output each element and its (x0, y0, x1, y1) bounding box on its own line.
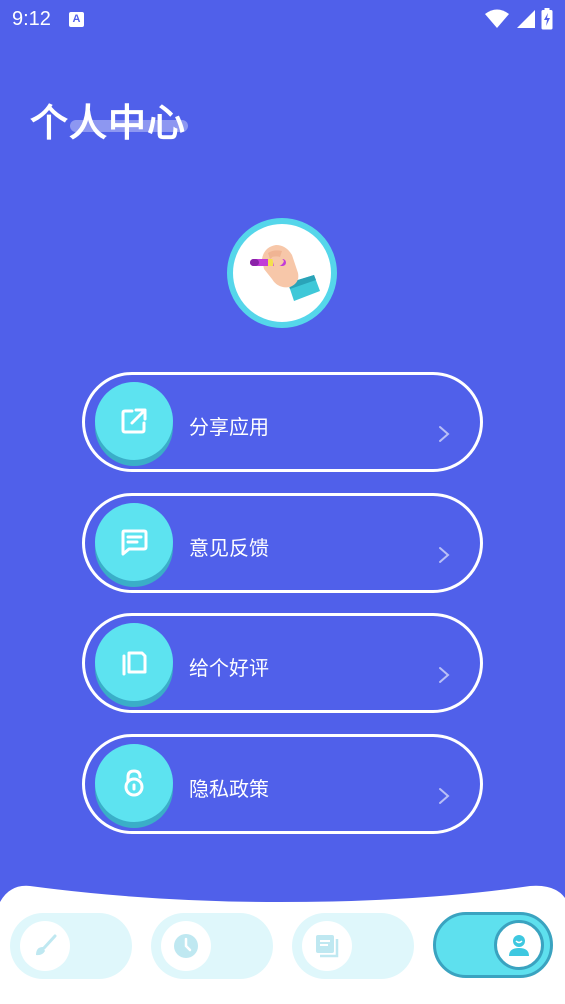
chevron-right-icon (439, 426, 450, 442)
battery-icon (541, 8, 553, 30)
gallery-icon (316, 935, 339, 958)
menu-label: 分享应用 (189, 415, 269, 439)
menu-label: 给个好评 (189, 656, 269, 680)
share-button-circle (95, 382, 173, 460)
nav-tab-profile[interactable] (433, 912, 553, 978)
rate-button-circle (95, 623, 173, 701)
bottom-nav (0, 880, 565, 1004)
chevron-right-icon (439, 788, 450, 804)
status-indicators (485, 8, 553, 30)
menu-item-privacy[interactable]: 隐私政策 (82, 734, 483, 834)
chevron-right-icon (439, 547, 450, 563)
wifi-icon (485, 9, 509, 28)
lock-icon (124, 769, 144, 797)
cell-signal-icon (517, 10, 535, 28)
clock-icon (174, 934, 198, 958)
profile-icon (509, 935, 529, 956)
status-bar: 9:12 A (0, 0, 565, 38)
menu-item-share[interactable]: 分享应用 (82, 372, 483, 472)
avatar[interactable] (227, 218, 337, 328)
clock-icon-circle (161, 921, 211, 971)
nav-tab-gallery[interactable] (292, 913, 414, 979)
share-icon (121, 408, 147, 434)
menu-label: 隐私政策 (189, 777, 269, 801)
feedback-icon (121, 529, 148, 556)
rate-icon (122, 651, 147, 676)
privacy-button-circle (95, 744, 173, 822)
hand-holding-pen-icon (250, 245, 320, 301)
page-title: 个人中心 (30, 101, 187, 145)
nav-tab-brush[interactable] (10, 913, 132, 979)
notification-icon: A (68, 11, 84, 27)
brush-icon-circle (20, 921, 70, 971)
brush-icon (36, 934, 57, 956)
menu-item-feedback[interactable]: 意见反馈 (82, 493, 483, 593)
profile-icon-circle (494, 920, 544, 970)
feedback-button-circle (95, 503, 173, 581)
menu-label: 意见反馈 (189, 536, 269, 560)
status-time: 9:12 (12, 7, 51, 30)
chevron-right-icon (439, 667, 450, 683)
page-title-block: 个人中心 (30, 92, 188, 147)
gallery-icon-circle (302, 921, 352, 971)
nav-tab-history[interactable] (151, 913, 273, 979)
menu-item-rate[interactable]: 给个好评 (82, 613, 483, 713)
